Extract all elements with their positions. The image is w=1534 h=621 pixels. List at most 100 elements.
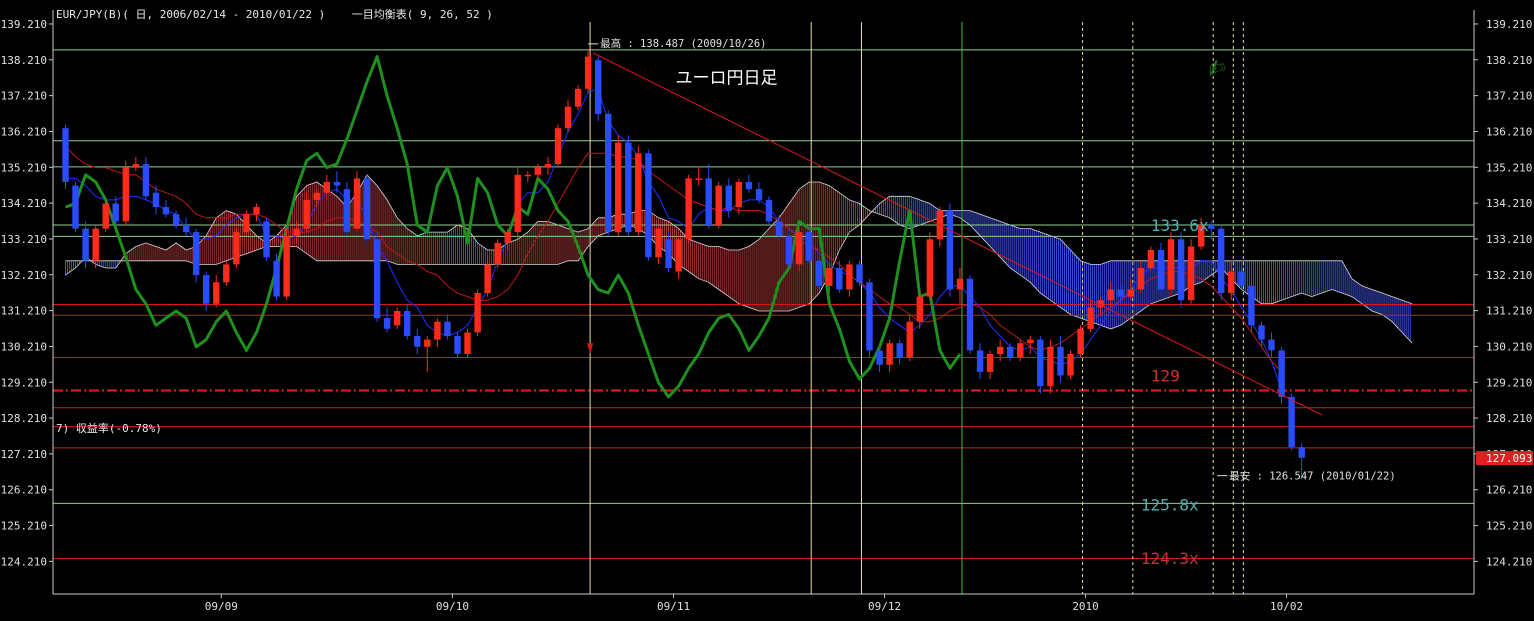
candle[interactable] [1047,339,1054,394]
y-tick-label-left: 124.210 [1,555,47,568]
candle[interactable] [615,135,622,236]
candle[interactable] [986,350,994,380]
candle[interactable] [554,124,562,168]
candle-body [293,228,300,236]
candle[interactable] [62,124,69,190]
candle[interactable] [283,228,290,301]
candle[interactable] [353,171,361,233]
candle[interactable] [1187,239,1195,304]
candle[interactable] [343,181,351,236]
candle[interactable] [906,314,913,362]
candle[interactable] [243,210,250,236]
candle[interactable] [896,339,903,365]
candle[interactable] [544,156,552,175]
candle[interactable] [424,336,431,372]
candle[interactable] [655,224,662,265]
candle-body [363,178,371,240]
drawing-tool-icon[interactable]: ✍ [1204,54,1230,84]
candle[interactable] [162,199,170,218]
candle[interactable] [675,235,682,279]
candle[interactable] [534,164,541,179]
candle[interactable] [363,174,371,247]
candle[interactable] [404,303,411,340]
candle[interactable] [966,275,974,354]
candle[interactable] [685,174,692,243]
candle[interactable] [705,164,712,229]
trendline[interactable] [592,52,1322,416]
candle[interactable] [1248,282,1255,333]
candle[interactable] [494,239,501,268]
candle[interactable] [524,171,531,182]
candle[interactable] [132,156,140,172]
candle[interactable] [182,217,190,236]
candle[interactable] [454,332,461,358]
candle[interactable] [886,339,893,372]
candle[interactable] [605,110,612,236]
candle[interactable] [735,178,742,215]
candle[interactable] [846,260,853,297]
candle[interactable] [1067,350,1074,380]
candle[interactable] [122,160,129,225]
candle-body [1268,339,1275,351]
candle[interactable] [1268,332,1275,358]
y-tick-label-left: 133.210 [1,233,47,246]
candle[interactable] [514,167,521,240]
candle[interactable] [564,99,572,132]
candle[interactable] [1147,246,1155,272]
candle[interactable] [645,149,652,261]
y-tick-label-left: 132.210 [1,269,47,282]
candle[interactable] [1057,336,1064,383]
candle[interactable] [223,260,230,286]
candle-body [182,225,190,233]
candle[interactable] [765,196,773,225]
candle[interactable] [394,307,401,329]
candle[interactable] [203,271,210,311]
candle[interactable] [213,275,220,308]
candle[interactable] [474,289,481,337]
candle-body [775,221,783,236]
candle[interactable] [695,167,702,186]
candle[interactable] [926,232,933,301]
candle[interactable] [1167,232,1175,297]
y-tick-label-right: 135.210 [1486,161,1532,174]
candle[interactable] [715,181,722,229]
candle[interactable] [1007,343,1014,362]
candle[interactable] [1288,393,1295,451]
candle[interactable] [1177,232,1185,308]
candle[interactable] [635,146,642,236]
candle[interactable] [464,328,471,358]
candle[interactable] [946,203,954,297]
candle-body [1127,289,1134,297]
candle[interactable] [625,135,632,236]
candle[interactable] [193,228,200,283]
candle[interactable] [373,232,381,322]
candle[interactable] [112,196,119,225]
candle[interactable] [745,174,753,193]
candle-body [595,60,602,114]
candle[interactable] [1218,224,1225,301]
candle[interactable] [856,260,863,286]
candle[interactable] [876,343,883,372]
candle[interactable] [1077,325,1084,358]
candle[interactable] [976,343,984,380]
candle[interactable] [233,228,240,268]
candle[interactable] [142,156,150,200]
candle[interactable] [72,181,79,233]
y-tick-label-right: 129.210 [1486,376,1532,389]
candle[interactable] [414,328,421,354]
candle[interactable] [574,85,582,111]
candle[interactable] [444,314,451,340]
candle[interactable] [102,199,109,233]
candle-body [454,336,461,354]
candle[interactable] [725,178,732,218]
candle[interactable] [434,318,441,347]
candle[interactable] [383,307,391,333]
arrow-marker-icon [587,343,594,354]
candle[interactable] [836,260,843,294]
candle[interactable] [263,217,270,261]
candle[interactable] [1157,242,1165,297]
candle[interactable] [1037,336,1044,394]
candle[interactable] [816,257,823,290]
candle[interactable] [866,278,873,358]
candle[interactable] [595,56,602,122]
